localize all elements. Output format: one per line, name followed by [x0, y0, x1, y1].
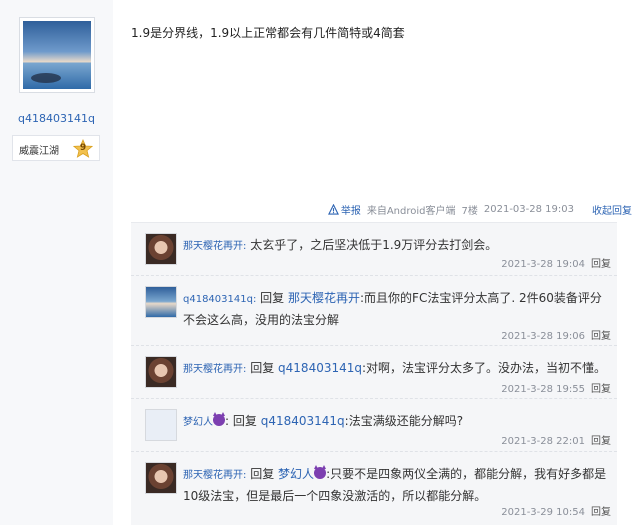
reply-item: 那天樱花再开: 回复 q418403141q:对啊，法宝评分太多了。没办法，当初…: [131, 346, 617, 399]
level-title: 威震江湖: [19, 146, 59, 157]
reply-target-user[interactable]: 那天樱花再开: [288, 291, 360, 305]
report-button[interactable]: 举报: [327, 202, 361, 217]
sea-avatar[interactable]: [145, 286, 177, 318]
reply-target-user[interactable]: 梦幻人: [278, 467, 314, 481]
reply-meta: 2021-3-28 19:06 回复: [501, 327, 611, 342]
reply-button[interactable]: 回复: [591, 331, 611, 342]
reply-text: :只要不是四象两仪全满的，都能分解，我有好多都是10级法宝，但是最后一个四象没激…: [183, 467, 607, 503]
reply-prefix: 回复: [250, 467, 275, 481]
devil-emoji-icon: [314, 465, 327, 479]
author-username[interactable]: q418403141q: [0, 112, 113, 125]
devil-emoji-icon: [213, 412, 225, 426]
reply-button[interactable]: 回复: [591, 436, 611, 447]
reply-content: q418403141q: 回复 那天樱花再开:而且你的FC法宝评分太高了. 2件…: [183, 288, 613, 331]
reply-username[interactable]: q418403141q:: [183, 294, 256, 305]
reply-username[interactable]: 那天樱花再开:: [183, 241, 246, 252]
default-avatar[interactable]: [145, 409, 177, 441]
reply-text: 太玄乎了，之后坚决低于1.9万评分去打剑会。: [250, 238, 498, 252]
woman-avatar[interactable]: [145, 356, 177, 388]
reply-username[interactable]: 那天樱花再开:: [183, 364, 246, 375]
reply-content: 那天樱花再开: 回复 梦幻人:只要不是四象两仪全满的，都能分解，我有好多都是10…: [183, 464, 613, 507]
reply-time: 2021-3-28 19:55: [501, 384, 585, 395]
reply-content: 那天樱花再开: 回复 q418403141q:对啊，法宝评分太多了。没办法，当初…: [183, 358, 613, 380]
reply-text: :法宝满级还能分解吗?: [344, 414, 464, 428]
reply-item: 那天樱花再开: 回复 梦幻人:只要不是四象两仪全满的，都能分解，我有好多都是10…: [131, 452, 617, 525]
collapse-replies-button[interactable]: 收起回复: [592, 202, 632, 217]
author-sidebar: q418403141q 威震江湖 9: [0, 0, 113, 525]
reply-button[interactable]: 回复: [591, 259, 611, 270]
reply-prefix: 回复: [260, 291, 285, 305]
post-time: 2021-03-28 19:03: [483, 203, 574, 215]
client-source: 来自Android客户端: [366, 205, 456, 217]
reply-item: 梦幻人: 回复 q418403141q:法宝满级还能分解吗? 2021-3-28…: [131, 399, 617, 452]
reply-time: 2021-3-29 10:54: [501, 507, 585, 518]
reply-button[interactable]: 回复: [591, 384, 611, 395]
reply-prefix: 回复: [250, 361, 275, 375]
reply-target-user[interactable]: q418403141q: [261, 414, 345, 428]
author-avatar[interactable]: [19, 17, 95, 93]
reply-content: 梦幻人: 回复 q418403141q:法宝满级还能分解吗?: [183, 412, 464, 428]
reply-item: q418403141q: 回复 那天樱花再开:而且你的FC法宝评分太高了. 2件…: [131, 276, 617, 346]
reply-username[interactable]: 梦幻人: [183, 417, 213, 428]
reply-prefix: 回复: [232, 414, 257, 428]
reply-meta: 2021-3-28 19:55 回复: [501, 380, 611, 395]
reply-target-user[interactable]: q418403141q: [278, 361, 362, 375]
warning-icon: [327, 203, 339, 215]
reply-item: 那天樱花再开: 太玄乎了，之后坚决低于1.9万评分去打剑会。 2021-3-28…: [131, 223, 617, 276]
author-level-badge: 威震江湖 9: [12, 135, 100, 161]
level-number: 9: [79, 143, 87, 153]
reply-meta: 2021-3-29 10:54 回复: [501, 503, 611, 518]
reply-time: 2021-3-28 19:06: [501, 331, 585, 342]
report-label: 举报: [340, 205, 361, 217]
woman-avatar[interactable]: [145, 233, 177, 265]
floor-number: 7楼: [461, 205, 478, 217]
post-content: 1.9是分界线，1.9以上正常都会有几件简特或4简套: [131, 26, 405, 40]
reply-text: :对啊，法宝评分太多了。没办法，当初不懂。: [362, 361, 607, 375]
post-tail: 举报 来自Android客户端 7楼 2021-03-28 19:03 收起回复: [327, 202, 632, 217]
reply-time: 2021-3-28 19:04: [501, 259, 585, 270]
woman-avatar[interactable]: [145, 462, 177, 494]
reply-meta: 2021-3-28 19:04 回复: [501, 255, 611, 270]
reply-content: 那天樱花再开: 太玄乎了，之后坚决低于1.9万评分去打剑会。: [183, 235, 613, 257]
reply-meta: 2021-3-28 22:01 回复: [501, 432, 611, 447]
reply-time: 2021-3-28 22:01: [501, 436, 585, 447]
avatar-image: [23, 21, 91, 89]
reply-button[interactable]: 回复: [591, 507, 611, 518]
reply-username[interactable]: 那天樱花再开:: [183, 470, 246, 481]
reply-list: 那天樱花再开: 太玄乎了，之后坚决低于1.9万评分去打剑会。 2021-3-28…: [131, 222, 617, 525]
